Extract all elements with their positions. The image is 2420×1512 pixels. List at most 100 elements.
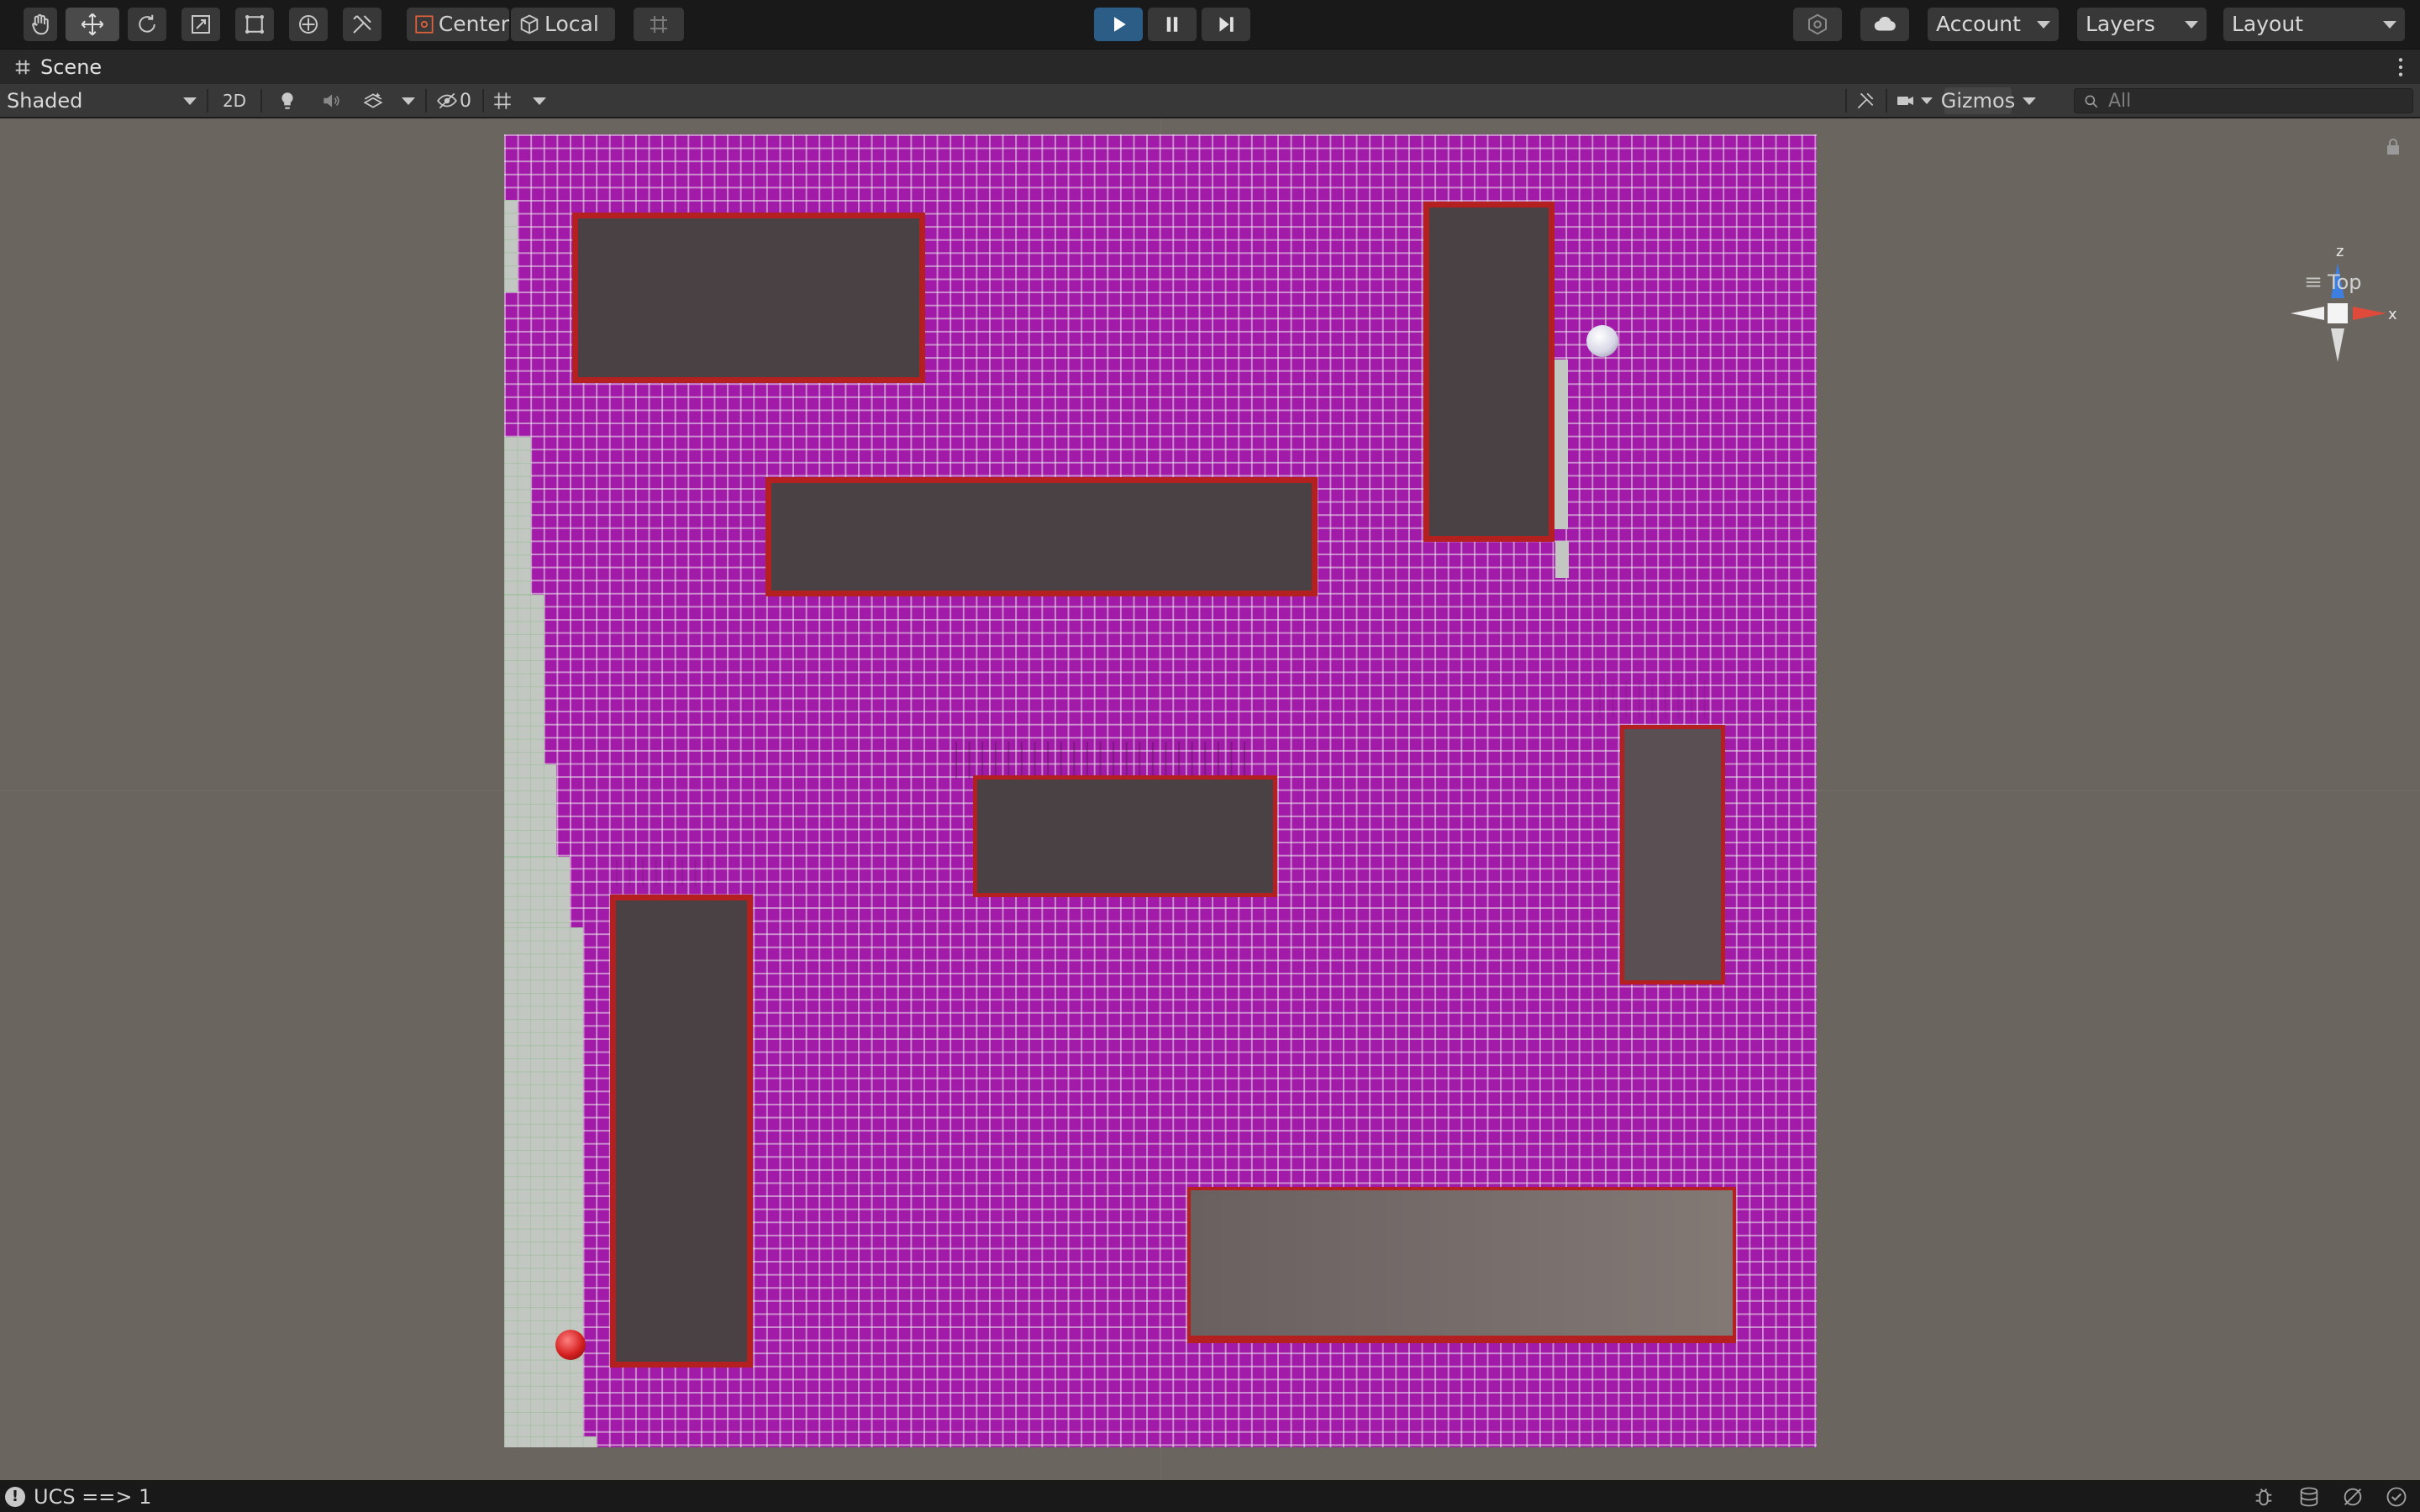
check-icon[interactable] — [2385, 1485, 2408, 1509]
move-tool-icon — [81, 13, 104, 36]
scale-tool-button[interactable] — [182, 8, 220, 41]
chevron-down-icon — [402, 97, 415, 105]
search-icon — [2085, 95, 2098, 108]
gizmo-z-label: z — [2336, 244, 2344, 260]
transform-tool-button[interactable] — [289, 8, 328, 41]
divider — [1886, 89, 1887, 113]
rotate-tool-button[interactable] — [128, 8, 166, 41]
chevron-down-icon — [2185, 21, 2198, 29]
pause-button[interactable] — [1148, 8, 1197, 41]
local-cube-icon — [520, 14, 539, 34]
transform-tool-icon — [299, 15, 318, 34]
obstacle-wall[interactable] — [1187, 1187, 1736, 1343]
divider — [425, 89, 427, 113]
rect-tool-icon — [245, 15, 264, 34]
x-axis-cone[interactable] — [2353, 307, 2386, 320]
tools-toggle[interactable] — [1850, 87, 1881, 114]
grid-floor[interactable] — [504, 134, 1817, 1447]
neg-z-axis-cone[interactable] — [2331, 328, 2344, 362]
network-icon[interactable] — [2341, 1485, 2365, 1509]
chevron-down-icon — [1921, 97, 1933, 104]
debug-icon[interactable] — [2252, 1485, 2275, 1509]
obstacle-wall[interactable] — [1620, 725, 1725, 984]
grid-dropdown[interactable] — [524, 87, 555, 114]
chevron-down-icon — [183, 97, 197, 105]
pivot-rotation-button[interactable]: Local — [511, 8, 615, 41]
draw-mode-label: Shaded — [7, 89, 83, 113]
info-icon: ! — [5, 1487, 25, 1507]
divider — [1845, 89, 1847, 113]
view-orientation-label[interactable]: Top — [2304, 270, 2362, 294]
play-icon — [1114, 17, 1126, 32]
chevron-down-icon — [2037, 21, 2050, 29]
collab-button[interactable] — [1793, 8, 1842, 41]
cache-server-icon[interactable] — [2297, 1485, 2321, 1509]
custom-tool-button[interactable] — [343, 8, 381, 41]
search-placeholder: All — [2108, 91, 2132, 112]
lighting-toggle[interactable] — [271, 87, 304, 114]
2d-toggle[interactable]: 2D — [215, 87, 254, 114]
obstacle-wall[interactable] — [765, 477, 1318, 596]
move-tool-button[interactable] — [66, 8, 119, 41]
account-label: Account — [1936, 12, 2021, 36]
divider — [260, 89, 262, 113]
cloud-icon — [1874, 16, 1896, 31]
scene-viewport[interactable]: z x Top — [0, 118, 2420, 1480]
goal-sphere[interactable] — [1586, 325, 1618, 357]
grid-snap-icon — [650, 16, 667, 33]
explored-cells — [1555, 541, 1569, 578]
lightbulb-icon — [281, 92, 293, 109]
obstacle-wall[interactable] — [572, 213, 925, 383]
obstacle-wall[interactable] — [610, 895, 753, 1368]
search-field[interactable]: All — [2074, 88, 2413, 113]
play-button[interactable] — [1094, 8, 1143, 41]
divider — [207, 89, 208, 113]
gizmos-dropdown[interactable] — [2015, 87, 2044, 114]
effects-icon — [363, 92, 383, 108]
pivot-mode-label: Center — [438, 12, 509, 36]
more-options-icon[interactable] — [2396, 56, 2405, 78]
account-dropdown[interactable]: Account — [1928, 8, 2059, 41]
grid-toggle[interactable] — [487, 87, 518, 114]
layout-dropdown[interactable]: Layout — [2223, 8, 2405, 41]
step-button[interactable] — [1202, 8, 1250, 41]
tab-bar: Scene — [0, 49, 2420, 84]
hand-tool-button[interactable] — [24, 8, 57, 41]
layers-label: Layers — [2086, 12, 2155, 36]
view-orientation-text: Top — [2328, 270, 2362, 294]
chevron-down-icon — [2383, 21, 2396, 29]
divider — [482, 89, 484, 113]
grid-snap-button[interactable] — [634, 8, 684, 41]
tools-icon — [1857, 92, 1874, 109]
obstacle-wall[interactable] — [1423, 202, 1555, 542]
explored-cells — [1554, 360, 1568, 529]
shadow-hatch — [616, 859, 717, 886]
camera-dropdown[interactable] — [1891, 87, 1938, 114]
explored-cells — [504, 927, 583, 1447]
center-cube[interactable] — [2328, 303, 2348, 323]
effects-toggle[interactable] — [356, 87, 390, 114]
obstacle-wall[interactable] — [973, 775, 1277, 897]
orientation-gizmo[interactable]: z x — [2279, 244, 2396, 379]
tab-scene[interactable]: Scene — [0, 50, 117, 85]
effects-dropdown[interactable] — [395, 87, 422, 114]
gizmo-x-label: x — [2388, 306, 2396, 323]
cloud-button[interactable] — [1860, 8, 1909, 41]
lock-icon[interactable] — [2385, 138, 2402, 156]
agent-sphere[interactable] — [555, 1330, 586, 1360]
scene-visibility-toggle[interactable]: 0 — [430, 87, 477, 114]
hidden-eye-icon — [437, 92, 457, 109]
rect-tool-button[interactable] — [235, 8, 274, 41]
gizmos-label: Gizmos — [1940, 89, 2016, 113]
layers-dropdown[interactable]: Layers — [2077, 8, 2207, 41]
gizmos-button[interactable]: Gizmos — [1940, 87, 2016, 114]
step-icon — [1219, 17, 1234, 32]
rotate-tool-icon — [139, 14, 155, 33]
neg-x-axis-cone[interactable] — [2291, 307, 2324, 320]
status-message[interactable]: UCS ==> 1 — [34, 1485, 151, 1509]
draw-mode-dropdown[interactable]: Shaded — [0, 87, 200, 114]
grid-icon — [494, 92, 511, 109]
audio-toggle[interactable] — [314, 87, 348, 114]
explored-cells — [504, 1436, 597, 1447]
pivot-mode-button[interactable]: Center — [407, 8, 509, 41]
